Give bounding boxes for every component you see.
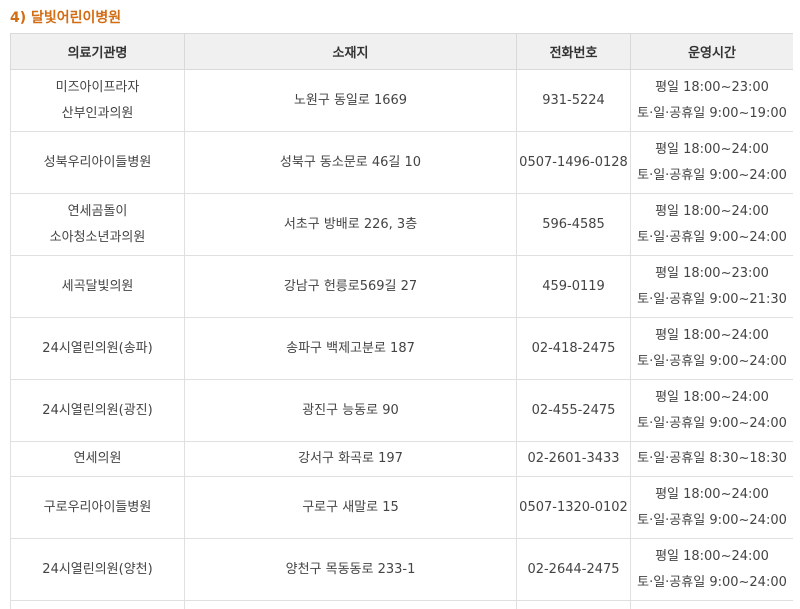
cell-hours-line: 평일 18:00~24:00 <box>655 486 769 502</box>
hospital-table: 의료기관명 소재지 전화번호 운영시간 미즈아이프라자 산부인과의원 노원구 동일로… <box>10 33 793 609</box>
cell-hours: 평일 18:00~24:00 토·일·공휴일 9:00~24:00 <box>630 379 793 442</box>
cell-phone: 02-418-2475 <box>516 317 631 380</box>
cell-empty <box>184 600 517 609</box>
table-row-partial <box>10 600 793 609</box>
cell-address: 양천구 목동동로 233-1 <box>184 538 517 601</box>
cell-hours-line: 평일 18:00~23:00 <box>655 79 769 95</box>
cell-name: 24시열린의원(광진) <box>10 379 185 442</box>
table-row: 24시열린의원(송파) 송파구 백제고분로 187 02-418-2475 평일 18… <box>10 317 793 380</box>
cell-hours-line: 평일 18:00~23:00 <box>655 265 769 281</box>
cell-address: 송파구 백제고분로 187 <box>184 317 517 380</box>
header-name: 의료기관명 <box>10 33 185 70</box>
cell-phone: 596-4585 <box>516 193 631 256</box>
cell-name-line: 소아청소년과의원 <box>49 229 146 245</box>
cell-hours-line: 토·일·공휴일 9:00~21:30 <box>637 291 787 307</box>
cell-name: 구로우리아이들병원 <box>10 476 185 539</box>
cell-name-line: 미즈아이프라자 <box>55 79 140 95</box>
table-row: 구로우리아이들병원 구로구 새말로 15 0507-1320-0102 평일 18:0… <box>10 476 793 539</box>
cell-name: 24시열린의원(송파) <box>10 317 185 380</box>
table-row: 연세의원 강서구 화곡로 197 02-2601-3433 토·일·공휴일 8:30~… <box>10 441 793 477</box>
table-body: 미즈아이프라자 산부인과의원 노원구 동일로 1669 931-5224 평일 18:0… <box>10 69 793 609</box>
cell-address: 노원구 동일로 1669 <box>184 69 517 132</box>
header-address: 소재지 <box>184 33 517 70</box>
cell-hours: 토·일·공휴일 8:30~18:30 <box>630 441 793 477</box>
cell-phone: 02-2644-2475 <box>516 538 631 601</box>
cell-hours-line: 평일 18:00~24:00 <box>655 327 769 343</box>
table-row: 성북우리아이들병원 성북구 동소문로 46길 10 0507-1496-0128 평일… <box>10 131 793 194</box>
cell-name: 세곡달빛의원 <box>10 255 185 318</box>
cell-hours: 평일 18:00~24:00 토·일·공휴일 9:00~24:00 <box>630 538 793 601</box>
cell-name-line: 24시열린의원(광진) <box>42 402 153 418</box>
cell-name: 미즈아이프라자산부인과의원 <box>10 69 185 132</box>
table-header-row: 의료기관명 소재지 전화번호 운영시간 <box>10 33 793 70</box>
cell-name-line: 성북우리아이들병원 <box>43 154 152 170</box>
cell-hours: 평일 18:00~24:00 토·일·공휴일 9:00~24:00 <box>630 131 793 194</box>
cell-address: 서초구 방배로 226, 3층 <box>184 193 517 256</box>
cell-empty <box>516 600 631 609</box>
cell-name-line: 24시열린의원(송파) <box>42 340 153 356</box>
cell-phone: 02-455-2475 <box>516 379 631 442</box>
cell-name-line: 연세의원 <box>73 451 122 466</box>
cell-phone: 0507-1320-0102 <box>516 476 631 539</box>
cell-hours-line: 토·일·공휴일 9:00~24:00 <box>637 229 787 245</box>
cell-hours-line: 토·일·공휴일 9:00~24:00 <box>637 353 787 369</box>
table-row: 연세곰돌이 소아청소년과의원 서초구 방배로 226, 3층 596-4585 평일 1… <box>10 193 793 256</box>
cell-address: 구로구 새말로 15 <box>184 476 517 539</box>
cell-empty <box>10 600 185 609</box>
cell-hours: 평일 18:00~24:00 토·일·공휴일 9:00~24:00 <box>630 476 793 539</box>
header-hours: 운영시간 <box>630 33 793 70</box>
cell-hours: 평일 18:00~24:00 토·일·공휴일 9:00~24:00 <box>630 317 793 380</box>
cell-hours-line: 토·일·공휴일 8:30~18:30 <box>637 451 787 466</box>
cell-hours-line: 평일 18:00~24:00 <box>655 389 769 405</box>
cell-phone: 02-2601-3433 <box>516 441 631 477</box>
cell-name-line: 구로우리아이들병원 <box>43 499 152 515</box>
cell-phone: 459-0119 <box>516 255 631 318</box>
cell-hours: 평일 18:00~24:00 토·일·공휴일 9:00~24:00 <box>630 193 793 256</box>
cell-address: 강서구 화곡로 197 <box>184 441 517 477</box>
cell-name: 성북우리아이들병원 <box>10 131 185 194</box>
cell-name: 24시열린의원(양천) <box>10 538 185 601</box>
cell-hours-line: 토·일·공휴일 9:00~24:00 <box>637 574 787 590</box>
table-row: 세곡달빛의원 강남구 헌릉로569길 27 459-0119 평일 18:00~23:… <box>10 255 793 318</box>
section-title: 4) 달빛어린이병원 <box>10 10 122 26</box>
cell-name: 연세의원 <box>10 441 185 477</box>
cell-name-line: 연세곰돌이 <box>67 203 128 219</box>
cell-hours-line: 토·일·공휴일 9:00~24:00 <box>637 415 787 431</box>
cell-name-line: 24시열린의원(양천) <box>42 561 153 577</box>
table-row: 24시열린의원(양천) 양천구 목동동로 233-1 02-2644-2475 평일 … <box>10 538 793 601</box>
cell-name-line: 산부인과의원 <box>61 105 134 121</box>
cell-address: 광진구 능동로 90 <box>184 379 517 442</box>
table-row: 미즈아이프라자 산부인과의원 노원구 동일로 1669 931-5224 평일 18:0… <box>10 69 793 132</box>
cell-hours-line: 토·일·공휴일 9:00~24:00 <box>637 167 787 183</box>
cell-phone: 931-5224 <box>516 69 631 132</box>
cell-name-line: 세곡달빛의원 <box>61 278 134 294</box>
cell-phone: 0507-1496-0128 <box>516 131 631 194</box>
cell-empty <box>630 600 793 609</box>
cell-address: 강남구 헌릉로569길 27 <box>184 255 517 318</box>
cell-hours: 평일 18:00~23:00 토·일·공휴일 9:00~19:00 <box>630 69 793 132</box>
hospital-table-container: 의료기관명 소재지 전화번호 운영시간 미즈아이프라자 산부인과의원 노원구 동일로… <box>10 33 793 609</box>
cell-hours-line: 평일 18:00~24:00 <box>655 203 769 219</box>
cell-hours-line: 평일 18:00~24:00 <box>655 548 769 564</box>
table-row: 24시열린의원(광진) 광진구 능동로 90 02-455-2475 평일 18:00… <box>10 379 793 442</box>
cell-name: 연세곰돌이소아청소년과의원 <box>10 193 185 256</box>
header-phone: 전화번호 <box>516 33 631 70</box>
cell-hours-line: 평일 18:00~24:00 <box>655 141 769 157</box>
cell-address: 성북구 동소문로 46길 10 <box>184 131 517 194</box>
cell-hours-line: 토·일·공휴일 9:00~19:00 <box>637 105 787 121</box>
cell-hours-line: 토·일·공휴일 9:00~24:00 <box>637 512 787 528</box>
cell-hours: 평일 18:00~23:00 토·일·공휴일 9:00~21:30 <box>630 255 793 318</box>
